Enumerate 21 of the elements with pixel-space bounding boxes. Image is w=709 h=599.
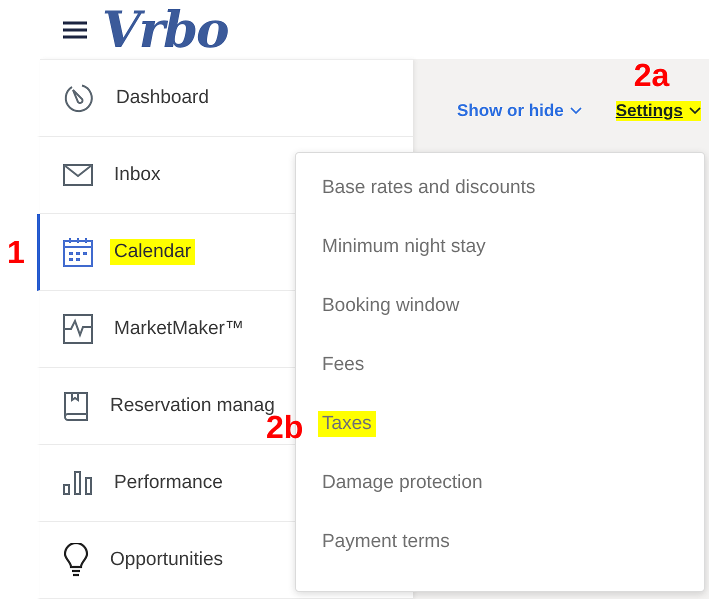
book-icon [62, 390, 90, 422]
sidebar-label: Inbox [113, 163, 162, 187]
button-label: Settings [616, 101, 683, 121]
menu-item[interactable]: Minimum night stay [318, 234, 490, 260]
annotation-label: 1 [7, 236, 25, 268]
pulse-chart-icon [62, 313, 94, 345]
sidebar-label: Performance [113, 471, 224, 495]
logo: Vrbo [102, 4, 228, 54]
sidebar-label: Dashboard [115, 86, 210, 110]
sidebar-label: Calendar [110, 239, 196, 265]
lightbulb-icon [62, 543, 90, 577]
mail-icon [62, 162, 94, 188]
menu-icon[interactable] [62, 20, 88, 38]
annotation-label: 2a [634, 59, 670, 91]
sidebar-label: MarketMaker™ [113, 317, 245, 341]
calendar-icon [62, 236, 94, 268]
menu-item[interactable]: Taxes [318, 411, 376, 437]
sidebar-label: Opportunities [109, 548, 224, 572]
bar-chart-icon [62, 470, 94, 496]
caret-icon [570, 107, 582, 115]
caret-icon [688, 107, 701, 115]
